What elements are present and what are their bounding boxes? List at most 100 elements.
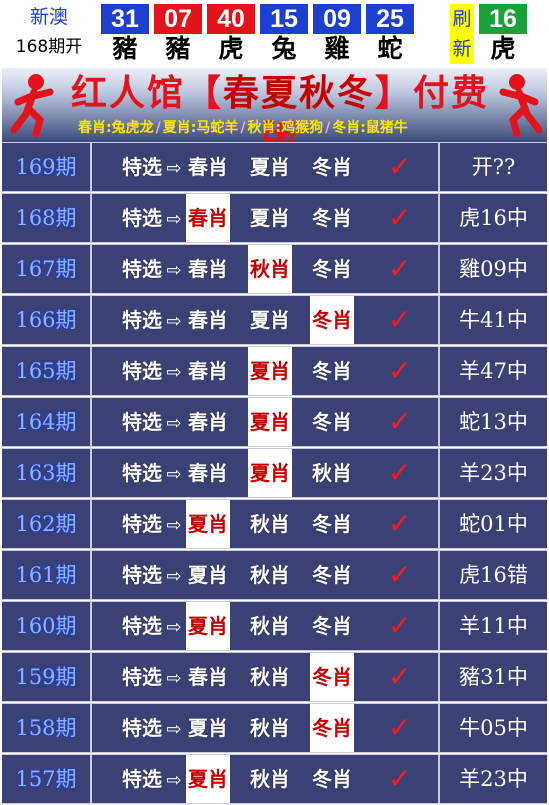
issue-number: 169期 bbox=[2, 143, 92, 191]
prefix-label: 特选 bbox=[122, 410, 162, 434]
arrow-right-icon: ⇨ bbox=[166, 770, 182, 791]
season-option: 冬肖 bbox=[312, 257, 352, 281]
check-icon: ✓ bbox=[388, 201, 412, 234]
prediction-cell: 特选 ⇨ 春肖 夏肖 秋肖 ✓ bbox=[92, 449, 440, 497]
ball-zodiac: 雞 bbox=[324, 34, 350, 63]
prediction-cell: 特选 ⇨ 夏肖 秋肖 冬肖 ✓ bbox=[92, 755, 440, 803]
season-option: 冬肖 bbox=[312, 359, 352, 383]
table-row: 168期 特选 ⇨ 春肖 夏肖 冬肖 ✓ 虎16中 bbox=[2, 193, 547, 243]
result-cell: 羊23中 bbox=[459, 461, 528, 485]
season-option: 夏肖 bbox=[188, 716, 228, 740]
group-spring: 春肖:兔虎龙 bbox=[78, 120, 154, 136]
prefix-label: 特选 bbox=[122, 155, 162, 179]
prediction-cell: 特选 ⇨ 夏肖 秋肖 冬肖 ✓ bbox=[92, 704, 440, 752]
season-option: 冬肖 bbox=[312, 767, 352, 791]
season-option: 夏肖 bbox=[250, 155, 290, 179]
season-option: 秋肖 bbox=[250, 767, 290, 791]
arrow-right-icon: ⇨ bbox=[166, 719, 182, 740]
check-icon: ✓ bbox=[388, 609, 412, 642]
table-row: 164期 特选 ⇨ 春肖 夏肖 冬肖 ✓ 蛇13中 bbox=[2, 397, 547, 447]
season-option: 夏肖 bbox=[250, 308, 290, 332]
table-row: 157期 特选 ⇨ 夏肖 秋肖 冬肖 ✓ 羊23中 bbox=[2, 754, 547, 804]
issue-number: 168期 bbox=[2, 194, 92, 242]
table-row: 167期 特选 ⇨ 春肖 秋肖 冬肖 ✓ 雞09中 bbox=[2, 244, 547, 294]
prediction-cell: 特选 ⇨ 春肖 秋肖 冬肖 ✓ bbox=[92, 653, 440, 701]
season-option: 夏肖 bbox=[186, 500, 230, 548]
draw-label: 新澳 168期开 bbox=[2, 2, 96, 64]
prediction-cell: 特选 ⇨ 春肖 夏肖 冬肖 ✓ bbox=[92, 143, 440, 191]
season-option: 春肖 bbox=[188, 155, 228, 179]
result-cell: 羊11中 bbox=[459, 614, 528, 638]
result-cell: 豬31中 bbox=[459, 665, 528, 689]
prefix-label: 特选 bbox=[122, 563, 162, 587]
draw-result-bar: 新澳 168期开 31 豬 07 豬 40 虎 15 兔 09 雞 25 蛇 16 虎 刷 新 bbox=[0, 0, 549, 66]
prediction-cell: 特选 ⇨ 春肖 夏肖 冬肖 ✓ bbox=[92, 296, 440, 344]
season-option: 冬肖 bbox=[310, 653, 354, 701]
lottery-name: 新澳 bbox=[29, 6, 68, 28]
ball-number: 15 bbox=[260, 4, 308, 34]
prefix-label: 特选 bbox=[122, 257, 162, 281]
prefix-label: 特选 bbox=[122, 206, 162, 230]
issue-number: 158期 bbox=[2, 704, 92, 752]
result-cell: 雞09中 bbox=[459, 257, 528, 281]
season-option: 春肖 bbox=[186, 194, 230, 242]
table-row: 159期 特选 ⇨ 春肖 秋肖 冬肖 ✓ 豬31中 bbox=[2, 652, 547, 702]
result-cell: 羊47中 bbox=[459, 359, 528, 383]
prediction-table: 169期 特选 ⇨ 春肖 夏肖 冬肖 ✓ 开?? 168期 特选 ⇨ 春肖 夏肖 冬肖 ✓ 虎16中 167期特… bbox=[2, 142, 547, 805]
check-icon: ✓ bbox=[388, 558, 412, 591]
check-icon: ✓ bbox=[388, 711, 412, 744]
season-option: 冬肖 bbox=[312, 614, 352, 638]
check-icon: ✓ bbox=[388, 252, 412, 285]
season-option: 春肖 bbox=[188, 257, 228, 281]
draw-period: 168期开 bbox=[15, 37, 83, 57]
prefix-label: 特选 bbox=[122, 716, 162, 740]
draw-ball: 09 雞 bbox=[313, 4, 361, 64]
issue-number: 160期 bbox=[2, 602, 92, 650]
ball-zodiac: 虎 bbox=[490, 34, 516, 63]
season-option: 春肖 bbox=[188, 359, 228, 383]
table-row: 158期 特选 ⇨ 夏肖 秋肖 冬肖 ✓ 牛05中 bbox=[2, 703, 547, 753]
season-option: 夏肖 bbox=[248, 449, 292, 497]
arrow-right-icon: ⇨ bbox=[166, 260, 182, 281]
prediction-cell: 特选 ⇨ 春肖 夏肖 冬肖 ✓ bbox=[92, 194, 440, 242]
ball-number: 40 bbox=[207, 4, 255, 34]
season-option: 秋肖 bbox=[250, 563, 290, 587]
draw-ball: 25 蛇 bbox=[366, 4, 414, 64]
season-option: 夏肖 bbox=[250, 206, 290, 230]
season-option: 夏肖 bbox=[188, 563, 228, 587]
season-option: 冬肖 bbox=[312, 563, 352, 587]
running-man-icon bbox=[10, 74, 54, 138]
check-icon: ✓ bbox=[388, 456, 412, 489]
arrow-right-icon: ⇨ bbox=[166, 617, 182, 638]
season-option: 夏肖 bbox=[186, 755, 230, 803]
season-option: 春肖 bbox=[188, 665, 228, 689]
prefix-label: 特选 bbox=[122, 461, 162, 485]
check-icon: ✓ bbox=[388, 405, 412, 438]
prediction-cell: 特选 ⇨ 夏肖 秋肖 冬肖 ✓ bbox=[92, 551, 440, 599]
prefix-label: 特选 bbox=[122, 512, 162, 536]
check-icon: ✓ bbox=[388, 660, 412, 693]
ball-zodiac: 豬 bbox=[112, 34, 138, 63]
table-row: 163期 特选 ⇨ 春肖 夏肖 秋肖 ✓ 羊23中 bbox=[2, 448, 547, 498]
prediction-cell: 特选 ⇨ 夏肖 秋肖 冬肖 ✓ bbox=[92, 500, 440, 548]
refresh-button[interactable]: 刷 新 bbox=[450, 4, 474, 64]
season-option: 冬肖 bbox=[310, 296, 354, 344]
ball-number: 16 bbox=[479, 4, 527, 34]
prediction-cell: 特选 ⇨ 夏肖 秋肖 冬肖 ✓ bbox=[92, 602, 440, 650]
result-cell: 牛41中 bbox=[459, 308, 528, 332]
table-row: 169期 特选 ⇨ 春肖 夏肖 冬肖 ✓ 开?? bbox=[2, 142, 547, 192]
prefix-label: 特选 bbox=[122, 614, 162, 638]
check-icon: ✓ bbox=[388, 507, 412, 540]
issue-number: 161期 bbox=[2, 551, 92, 599]
separator: / bbox=[325, 120, 331, 136]
table-row: 160期 特选 ⇨ 夏肖 秋肖 冬肖 ✓ 羊11中 bbox=[2, 601, 547, 651]
season-option: 夏肖 bbox=[248, 398, 292, 446]
issue-number: 166期 bbox=[2, 296, 92, 344]
result-cell: 虎16错 bbox=[459, 563, 528, 587]
ball-zodiac: 虎 bbox=[218, 34, 244, 63]
arrow-right-icon: ⇨ bbox=[166, 158, 182, 179]
table-row: 165期 特选 ⇨ 春肖 夏肖 冬肖 ✓ 羊47中 bbox=[2, 346, 547, 396]
issue-number: 165期 bbox=[2, 347, 92, 395]
arrow-right-icon: ⇨ bbox=[166, 311, 182, 332]
result-cell: 蛇01中 bbox=[459, 512, 528, 536]
